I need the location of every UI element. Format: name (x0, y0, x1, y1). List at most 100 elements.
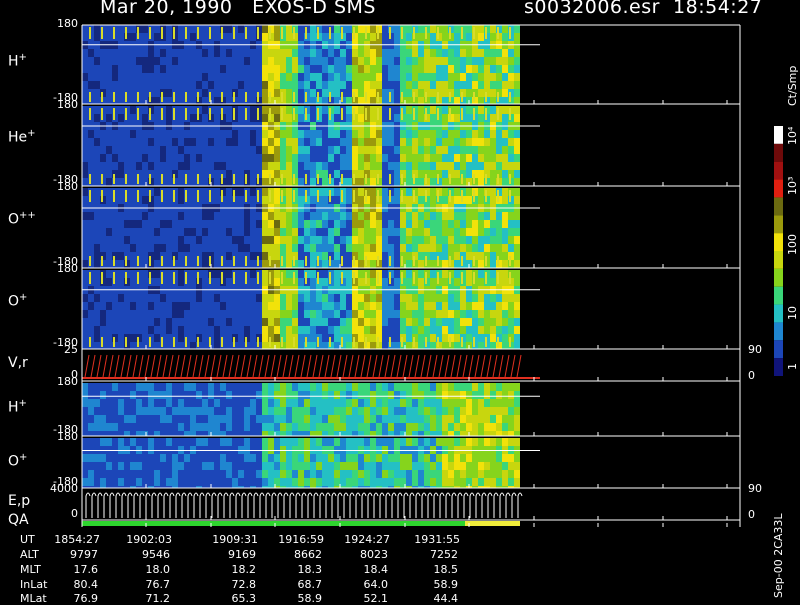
heatmap-cell (412, 470, 418, 478)
heatmap-cell (166, 454, 172, 462)
colorbar-segment (774, 233, 783, 251)
heatmap-cell (382, 25, 388, 33)
heatmap-cell (424, 318, 430, 326)
heatmap-cell (370, 270, 376, 278)
heatmap-cell (274, 407, 280, 415)
heatmap-cell (88, 154, 94, 162)
panel-label: H+ (8, 398, 27, 416)
heatmap-cell (286, 49, 292, 57)
heatmap-cell (208, 236, 214, 244)
heatmap-cell (430, 178, 436, 186)
heatmap-cell (196, 326, 202, 334)
heatmap-cell (214, 278, 220, 286)
heatmap-cell (502, 170, 508, 178)
heatmap-cell (250, 220, 256, 228)
heatmap-cell (106, 383, 112, 391)
heatmap-cell (82, 65, 88, 73)
heatmap-cell (310, 310, 316, 318)
heatmap-cell (88, 220, 94, 228)
heatmap-cell (100, 454, 106, 462)
heatmap-cell (100, 294, 106, 302)
heatmap-cell (376, 423, 382, 431)
heatmap-cell (118, 423, 124, 431)
heatmap-cell (370, 106, 376, 114)
heatmap-cell (178, 178, 184, 186)
heatmap-cell (478, 73, 484, 81)
heatmap-cell (100, 244, 106, 252)
heatmap-cell (430, 196, 436, 204)
heatmap-cell (166, 399, 172, 407)
heatmap-cell (454, 431, 460, 436)
energy-mark (199, 492, 205, 518)
heatmap-cell (346, 220, 352, 228)
heatmap-cell (274, 252, 280, 260)
heatmap-cell (250, 89, 256, 97)
heatmap-cell (94, 342, 100, 349)
panel-label-main: QA (8, 512, 29, 528)
heatmap-cell (466, 57, 472, 65)
heatmap-cell (382, 97, 388, 104)
heatmap-cell (340, 244, 346, 252)
heatmap-cell (430, 33, 436, 41)
heatmap-cell (388, 391, 394, 399)
energy-mark (517, 492, 523, 518)
energy-mark (463, 492, 469, 518)
heatmap-cell (358, 470, 364, 478)
heatmap-cell (250, 326, 256, 334)
heatmap-cell (394, 334, 400, 342)
heatmap-cell (490, 342, 496, 349)
heatmap-cell (262, 326, 268, 334)
heatmap-cell (202, 114, 208, 122)
heatmap-cell (82, 326, 88, 334)
heatmap-cell (82, 252, 88, 260)
heatmap-cell (298, 236, 304, 244)
heatmap-cell (460, 81, 466, 89)
heatmap-cell (310, 438, 316, 446)
heatmap-cell (286, 97, 292, 104)
heatmap-cell (490, 73, 496, 81)
heatmap-cell (466, 220, 472, 228)
heatmap-cell (202, 383, 208, 391)
heatmap-cell (406, 342, 412, 349)
heatmap-cell (466, 334, 472, 342)
heatmap-cell (298, 278, 304, 286)
heatmap-cell (154, 326, 160, 334)
heatmap-cell (454, 228, 460, 236)
energy-mark (433, 492, 439, 518)
heatmap-cell (220, 130, 226, 138)
heatmap-cell (358, 49, 364, 57)
heatmap-cell (478, 415, 484, 423)
heatmap-cell (490, 270, 496, 278)
heatmap-cell (286, 138, 292, 146)
heatmap-cell (412, 220, 418, 228)
heatmap-cell (406, 162, 412, 170)
heatmap-cell (316, 415, 322, 423)
heatmap-cell (328, 130, 334, 138)
panel-label-main: He (8, 129, 28, 146)
heatmap-cell (388, 236, 394, 244)
heatmap-cell (454, 146, 460, 154)
heatmap-cell (274, 130, 280, 138)
heatmap-cell (178, 423, 184, 431)
velocity-mark (246, 354, 252, 378)
heatmap-cell (328, 399, 334, 407)
heatmap-cell (214, 236, 220, 244)
heatmap-cell (250, 170, 256, 178)
heatmap-cell (406, 138, 412, 146)
velocity-mark (384, 354, 390, 378)
heatmap-cell (106, 318, 112, 326)
heatmap-cell (442, 391, 448, 399)
heatmap-cell (322, 334, 328, 342)
heatmap-cell (94, 478, 100, 486)
panel-label: QA (8, 512, 29, 528)
heatmap-cell (334, 260, 340, 268)
heatmap-cell (514, 196, 520, 204)
heatmap-cell (394, 220, 400, 228)
heatmap-cell (172, 236, 178, 244)
heatmap-cell (406, 326, 412, 334)
heatmap-cell (178, 260, 184, 268)
heatmap-cell (130, 423, 136, 431)
heatmap-cell (130, 178, 136, 186)
heatmap-cell (508, 236, 514, 244)
heatmap-cell (220, 236, 226, 244)
